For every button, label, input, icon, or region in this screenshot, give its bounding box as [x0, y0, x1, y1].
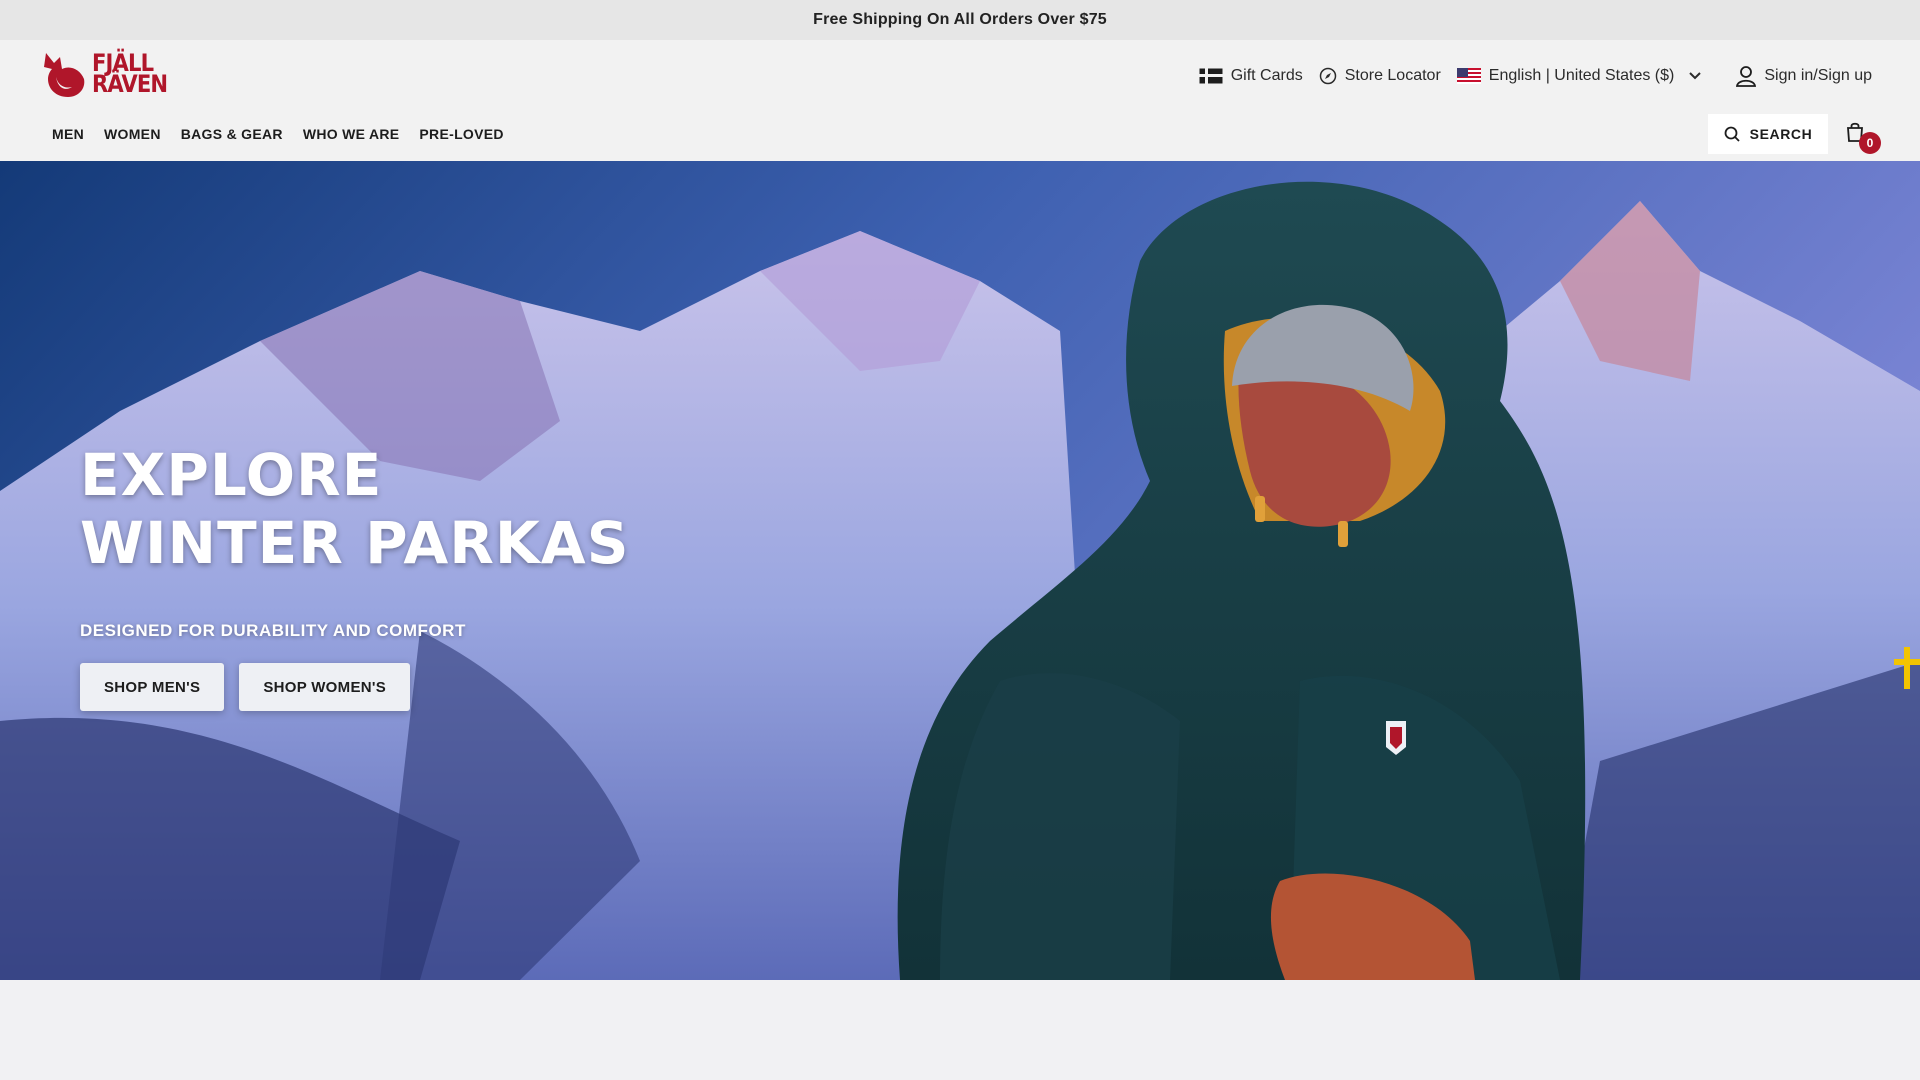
search-icon [1724, 126, 1740, 142]
gift-card-icon [1198, 68, 1223, 84]
hero-subtitle: DESIGNED FOR DURABILITY AND COMFORT [80, 621, 466, 640]
hero-content: EXPLORE WINTER PARKAS DESIGNED FOR DURAB… [80, 441, 680, 711]
main-nav: MEN WOMEN BAGS & GEAR WHO WE ARE PRE-LOV… [52, 124, 504, 144]
nav-women[interactable]: WOMEN [104, 126, 161, 142]
hero-buttons: SHOP MEN'S SHOP WOMEN'S [80, 663, 680, 711]
announcement-text: Free Shipping On All Orders Over $75 [813, 11, 1107, 28]
below-hero-area [0, 980, 1920, 1080]
shop-mens-button[interactable]: SHOP MEN'S [80, 663, 225, 711]
gift-cards-link[interactable]: Gift Cards [1198, 67, 1303, 85]
nav-who-we-are[interactable]: WHO WE ARE [303, 126, 400, 142]
compass-icon [1319, 67, 1336, 85]
hero-title: EXPLORE WINTER PARKAS [80, 441, 630, 577]
cart-count-badge: 0 [1859, 132, 1881, 154]
utility-nav: Gift Cards Store Locator English | Unite… [1198, 60, 1872, 92]
fox-logo-icon [44, 53, 85, 97]
site-header: FJÄLL RÄVEN Gift Cards Store Locator Eng… [0, 40, 1920, 161]
nav-men[interactable]: MEN [52, 126, 84, 142]
logo-wordmark: FJÄLL RÄVEN [92, 51, 168, 98]
search-button[interactable]: SEARCH [1708, 114, 1828, 154]
search-label: SEARCH [1749, 126, 1813, 142]
gift-cards-label: Gift Cards [1230, 67, 1303, 84]
store-locator-label: Store Locator [1344, 67, 1441, 84]
sign-in-link[interactable]: Sign in/Sign up [1736, 65, 1872, 87]
fjallraven-logo[interactable]: FJÄLL RÄVEN [40, 48, 180, 100]
nav-bags-gear[interactable]: BAGS & GEAR [181, 126, 283, 142]
hero-banner: EXPLORE WINTER PARKAS DESIGNED FOR DURAB… [0, 161, 1920, 980]
nav-pre-loved[interactable]: PRE-LOVED [419, 126, 503, 142]
locale-selector[interactable]: English | United States ($) [1456, 67, 1703, 85]
shop-womens-button[interactable]: SHOP WOMEN'S [239, 663, 411, 711]
swedish-flag-icon[interactable] [1894, 647, 1920, 689]
announcement-bar: Free Shipping On All Orders Over $75 [0, 0, 1920, 40]
user-icon [1736, 66, 1757, 87]
sign-in-label: Sign in/Sign up [1764, 67, 1872, 84]
us-flag-icon [1456, 68, 1481, 84]
locale-label: English | United States ($) [1488, 67, 1675, 84]
cart-button[interactable]: 0 [1846, 122, 1881, 154]
logo-line2: RÄVEN [92, 70, 168, 98]
store-locator-link[interactable]: Store Locator [1319, 67, 1441, 85]
chevron-down-icon [1689, 72, 1702, 80]
